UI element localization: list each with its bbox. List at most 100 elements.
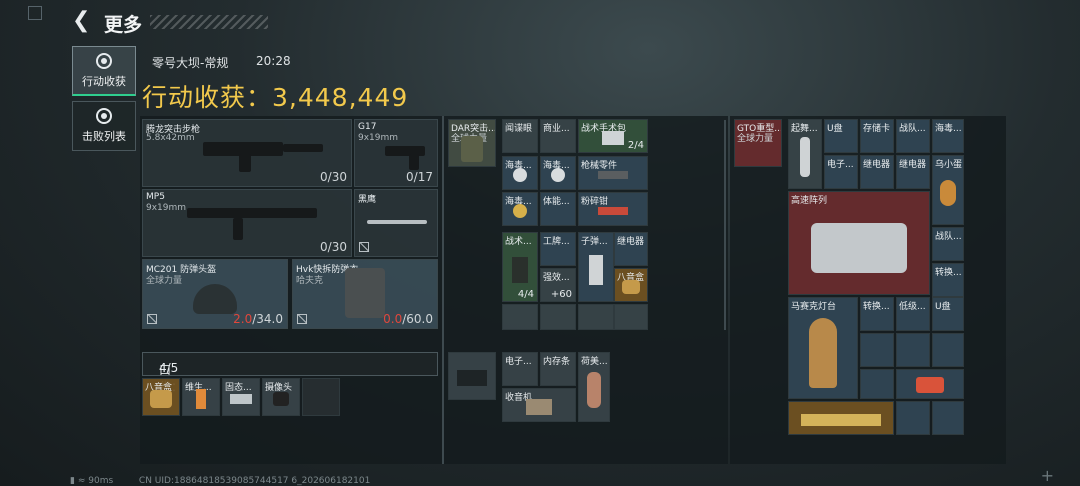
backpack-item[interactable]	[860, 333, 894, 367]
rig-item[interactable]: 海毒...	[502, 192, 538, 226]
vitamin-icon	[196, 388, 206, 409]
backpack-item-array[interactable]: 高速阵列	[788, 191, 930, 295]
pouch-item[interactable]: 收音机	[502, 388, 576, 422]
pistol-grip-icon	[409, 154, 419, 170]
tab-kill-list-label: 击败列表	[82, 130, 126, 143]
backpack-item[interactable]: 电子...	[824, 155, 858, 189]
backpack-item-crown[interactable]	[788, 401, 894, 435]
pistol-ammo-type: 9x19mm	[358, 133, 399, 143]
rig-item[interactable]: 商业...	[540, 119, 576, 153]
backpack-item[interactable]: 继电器	[860, 155, 894, 189]
tab-kill-list[interactable]: 击败列表	[72, 101, 136, 151]
rig-item[interactable]: 战术手术包 2/4	[578, 119, 648, 153]
rig-item[interactable]: 强效... +60	[540, 268, 576, 302]
seal-icon	[513, 203, 527, 218]
wifi-icon: ≈	[77, 476, 86, 486]
rig-item[interactable]: 海毒...	[540, 156, 576, 190]
rig-item[interactable]	[614, 304, 648, 330]
rifle-barrel-icon	[283, 144, 323, 152]
backpack-item[interactable]: 海毒...	[932, 119, 964, 153]
medkit-icon	[512, 257, 528, 284]
rig-item[interactable]	[578, 304, 614, 330]
rig-item[interactable]: 体能...	[540, 192, 576, 226]
pouch-item[interactable]: 内存条	[540, 352, 576, 386]
backpack-item[interactable]: 存储卡	[860, 119, 894, 153]
ping-value: 90ms	[88, 476, 114, 486]
backpack-item[interactable]: 低级...	[896, 297, 930, 331]
pocket-item[interactable]: 固态...	[222, 378, 260, 416]
rig-slot[interactable]: DAR突击...全球力量	[448, 119, 496, 167]
rig-item[interactable]: 工牌...	[540, 232, 576, 266]
egg-figure-icon	[940, 180, 956, 207]
dancer-statue-icon	[800, 137, 810, 178]
backpack-item[interactable]: 战队...	[896, 119, 930, 153]
pouch-slot[interactable]	[448, 352, 496, 400]
primary-weapon-slot[interactable]: 腾龙突击步枪 5.8x42mm 0/30	[142, 119, 352, 187]
rig-item[interactable]: 子弹...	[578, 232, 614, 302]
backpack-item[interactable]: U盘	[932, 297, 964, 331]
divider	[724, 120, 726, 330]
helmet-icon	[193, 284, 237, 314]
secondary-weapon-slot[interactable]: MP5 9x19mm 0/30	[142, 189, 352, 257]
vest-icon	[345, 268, 385, 318]
backpack-slot[interactable]: GTO重型... 全球力量	[734, 119, 782, 167]
pocket-item[interactable]: 维生...	[182, 378, 220, 416]
pouch-item[interactable]: 荷美...	[578, 352, 610, 422]
music-box-icon	[150, 389, 172, 408]
rig-item[interactable]: 闻谍眼	[502, 119, 538, 153]
divider	[442, 116, 444, 464]
radio-icon	[526, 398, 552, 415]
rig-item[interactable]: 海毒...	[502, 156, 538, 190]
seal-icon	[551, 167, 565, 182]
plus-icon: +60	[550, 289, 572, 300]
camera-icon	[273, 391, 289, 406]
backpack-item[interactable]	[860, 369, 894, 399]
crusher-icon	[598, 206, 628, 215]
haul-value: 行动收获：3,448,449	[142, 83, 409, 112]
backpack-item[interactable]: 马赛克灯台	[788, 297, 858, 399]
broken-icon	[147, 314, 157, 324]
backpack-item[interactable]	[896, 333, 930, 367]
rig-item[interactable]	[502, 304, 538, 330]
rig-item[interactable]: 继电器	[614, 232, 648, 266]
title-stripe-decoration	[150, 15, 268, 29]
backpack-item[interactable]: 起舞...	[788, 119, 822, 189]
armor-durability: 0.0/60.0	[383, 312, 433, 326]
backpack-item[interactable]: 继电器	[896, 155, 930, 189]
armor-slot[interactable]: Hvk快拆防弹衣 哈夫克 0.0/60.0	[292, 259, 438, 329]
pistol-slot[interactable]: G17 9x19mm 0/17	[354, 119, 438, 187]
figurine-icon	[587, 372, 601, 409]
rig-item[interactable]: 战术... 4/4	[502, 232, 538, 302]
melee-slot[interactable]: 黑鹰	[354, 189, 438, 257]
backpack-item[interactable]: U盘	[824, 119, 858, 153]
helmet-tag: 全球力量	[146, 276, 183, 286]
rig-item[interactable]: 枪械零件	[578, 156, 648, 190]
backpack-item[interactable]: 战队...	[932, 227, 964, 261]
lamp-icon	[809, 318, 837, 388]
rig-item[interactable]: 粉碎钳	[578, 192, 648, 226]
secondary-ammo-count: 0/30	[320, 240, 347, 254]
box-icon	[916, 377, 944, 394]
pocket-empty-slot[interactable]	[302, 378, 340, 416]
pocket-item[interactable]: 八音盒	[142, 378, 180, 416]
backpack-item[interactable]	[896, 369, 964, 399]
backpack-item[interactable]	[932, 333, 964, 367]
uid-text: CN UID:18864818539085744517 6_2026061821…	[138, 476, 371, 486]
pocket-item[interactable]: 摄像头	[262, 378, 300, 416]
backpack-item[interactable]: 转换...	[932, 263, 964, 297]
backpack-item[interactable]	[896, 401, 930, 435]
pouch-item[interactable]: 电子...	[502, 352, 538, 386]
ssd-icon	[230, 393, 252, 404]
backpack-item[interactable]: 转换...	[860, 297, 894, 331]
tab-haul[interactable]: 行动收获	[72, 46, 136, 96]
backpack-item[interactable]: 乌小蛋	[932, 155, 964, 225]
rig-item[interactable]: 八音盒	[614, 268, 648, 302]
knife-icon	[367, 220, 427, 224]
backpack-item[interactable]	[932, 401, 964, 435]
crosshair-icon: +	[1040, 466, 1054, 485]
back-arrow-icon[interactable]: ❮	[72, 10, 94, 32]
secondary-weapon-name: MP5	[146, 192, 165, 202]
rig-item[interactable]	[540, 304, 576, 330]
pocket-header: 口袋：4/5	[142, 352, 438, 394]
helmet-slot[interactable]: MC201 防弹头盔 全球力量 2.0/34.0	[142, 259, 288, 329]
